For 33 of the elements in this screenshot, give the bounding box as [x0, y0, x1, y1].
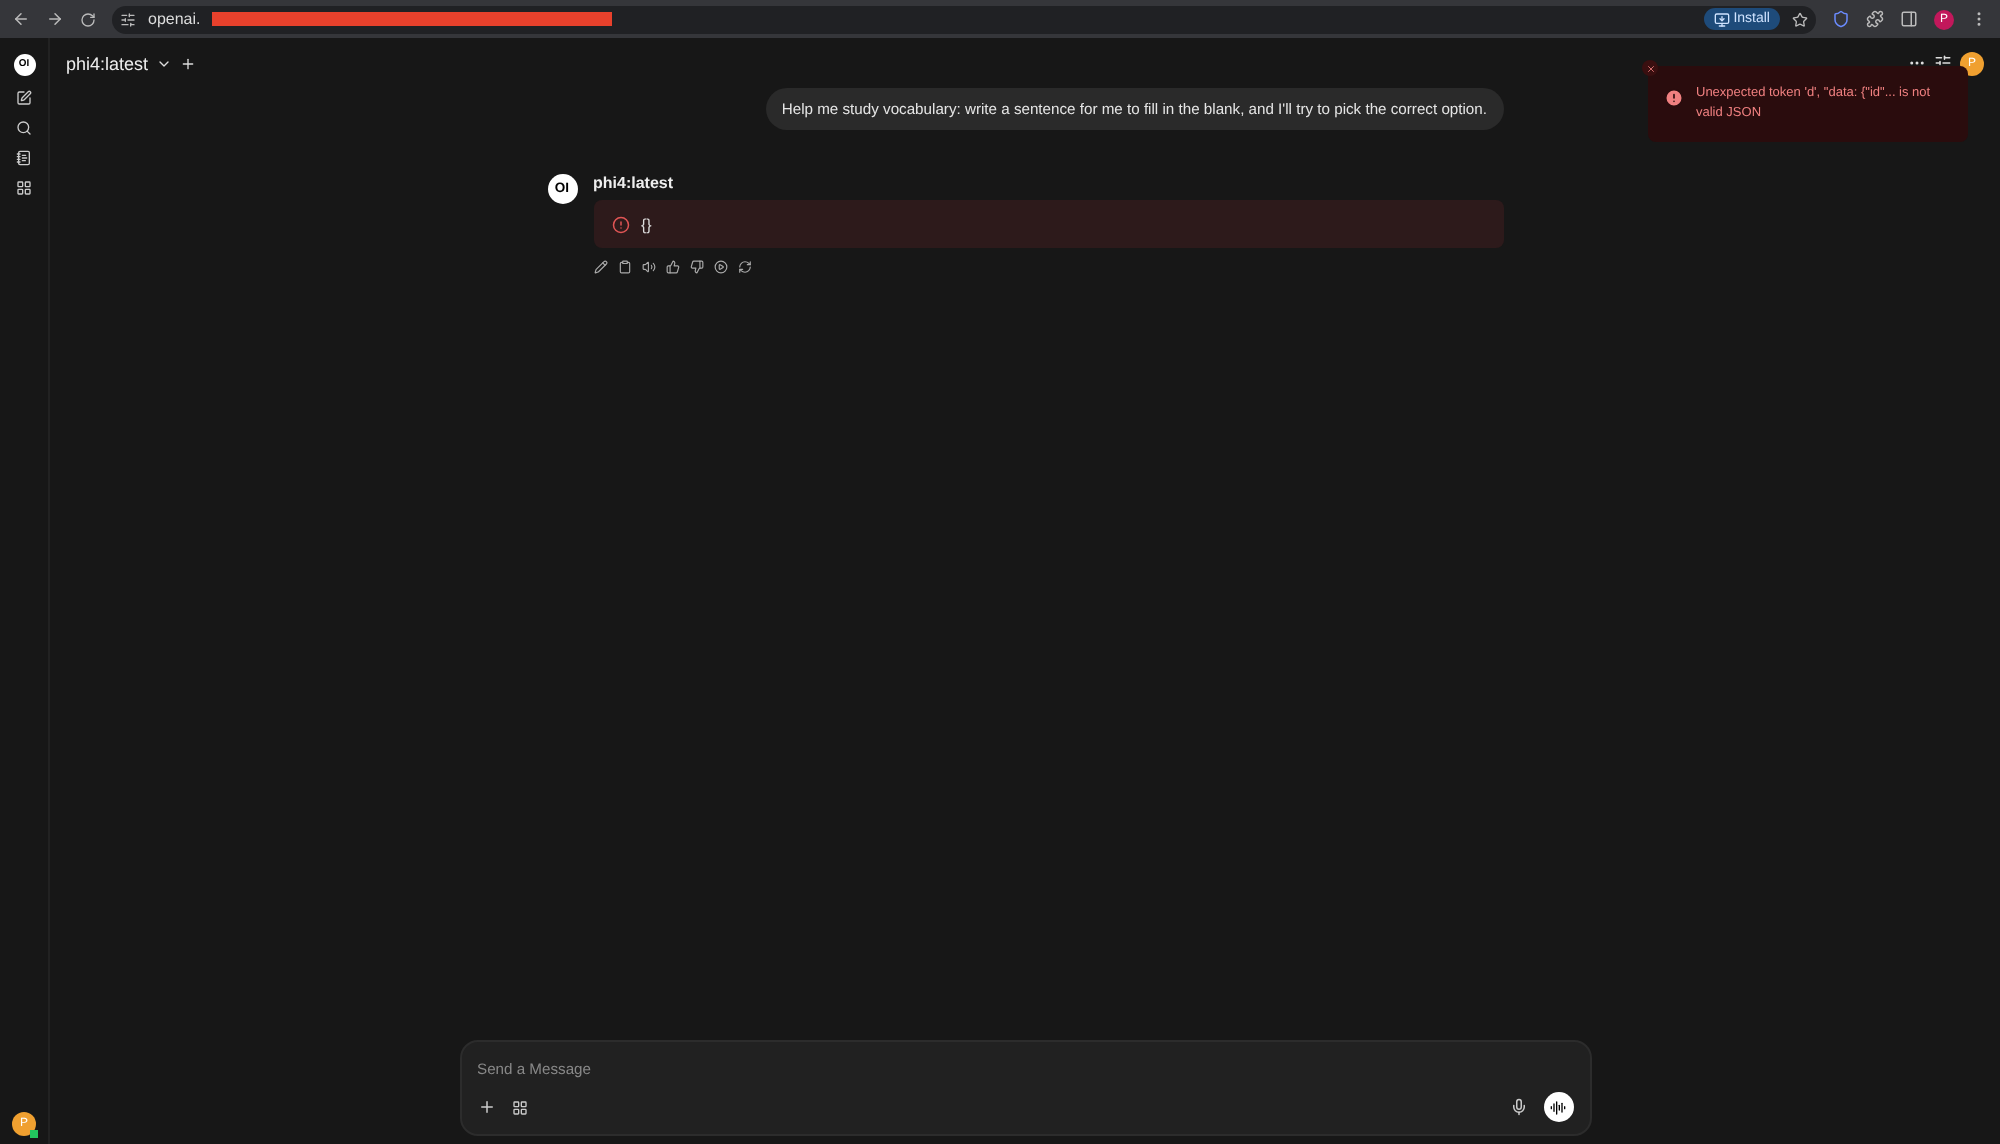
model-name: phi4:latest — [593, 174, 676, 192]
copy-icon[interactable] — [617, 260, 631, 274]
grid-icon[interactable] — [16, 180, 32, 196]
back-icon[interactable] — [12, 10, 30, 28]
error-message: {} — [593, 200, 1503, 248]
thumbs-up-icon[interactable] — [665, 260, 679, 274]
monitor-icon — [1713, 11, 1730, 27]
forward-icon[interactable] — [46, 10, 64, 28]
url-text: openai. — [148, 10, 201, 28]
new-chat-icon[interactable] — [16, 90, 32, 106]
voice-mode-button[interactable] — [1543, 1092, 1573, 1122]
site-settings-icon[interactable] — [120, 11, 136, 27]
side-panel-icon[interactable] — [1900, 10, 1918, 28]
microphone-icon[interactable] — [1509, 1098, 1527, 1116]
close-icon[interactable] — [1642, 60, 1658, 76]
edit-icon[interactable] — [593, 260, 607, 274]
sound-wave-icon — [1550, 1099, 1566, 1115]
plus-icon[interactable] — [477, 1098, 495, 1116]
regenerate-icon[interactable] — [737, 260, 751, 274]
alert-icon — [611, 215, 629, 233]
star-icon[interactable] — [1792, 11, 1808, 27]
speaker-icon[interactable] — [641, 260, 655, 274]
search-icon[interactable] — [16, 120, 32, 136]
model-selector[interactable]: phi4:latest — [66, 53, 149, 73]
notes-icon[interactable] — [16, 150, 32, 166]
reload-icon[interactable] — [80, 11, 96, 27]
puzzle-icon[interactable] — [1866, 10, 1884, 28]
thumbs-down-icon[interactable] — [689, 260, 703, 274]
tools-icon[interactable] — [511, 1099, 527, 1115]
add-model-icon[interactable] — [180, 55, 197, 71]
play-icon[interactable] — [713, 260, 727, 274]
shield-icon[interactable] — [1832, 10, 1850, 28]
alert-icon — [1664, 88, 1684, 108]
